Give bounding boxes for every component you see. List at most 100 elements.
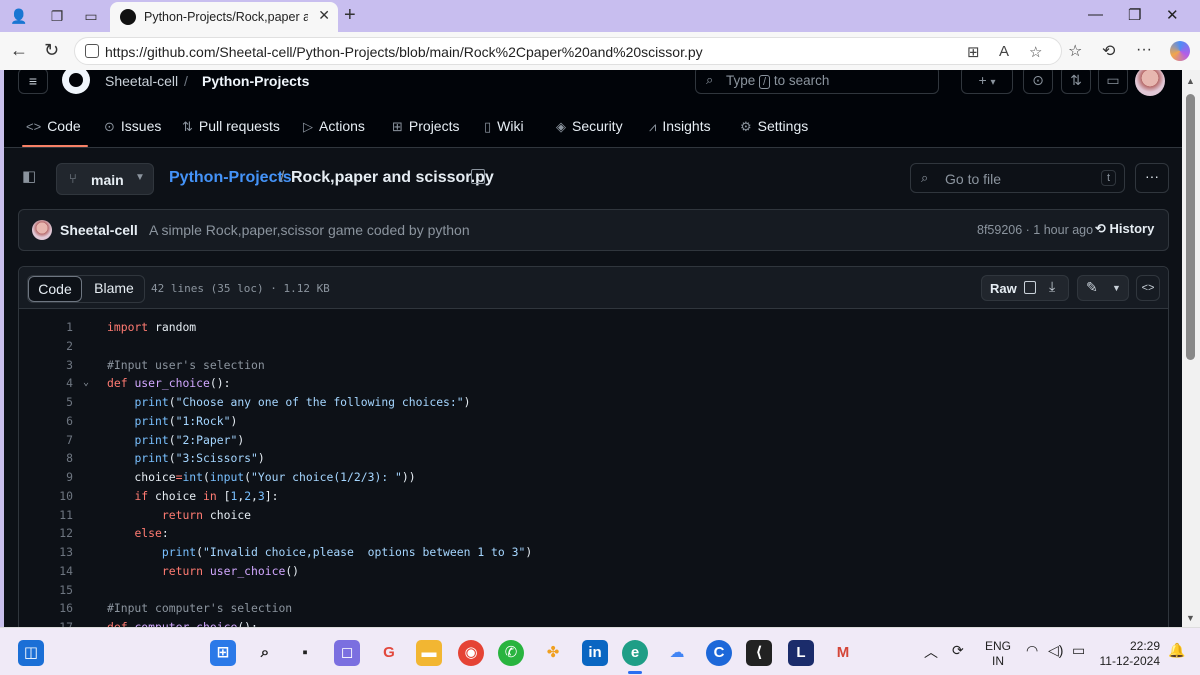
leetcode-icon[interactable]: ⟨ [746,640,772,666]
github-favicon-icon [120,9,136,25]
favorite-star-icon[interactable]: ☆ [1029,43,1042,61]
search-input[interactable]: ⌕ Type / to search [695,70,939,94]
tab-security[interactable]: ◈ Security [556,118,623,135]
wifi-icon[interactable]: ◠ [1026,642,1038,659]
notification-icon[interactable]: 🔔 [1168,642,1185,659]
linkedin-icon[interactable]: in [582,640,608,666]
issues-icon[interactable]: ⊙ [1023,70,1053,94]
clock[interactable]: 22:29 11-12-2024 [1098,639,1161,669]
close-tab-icon[interactable]: ✕ [318,7,330,24]
minimize-icon[interactable]: — [1088,6,1103,23]
tab-actions-icon[interactable]: ▭ [80,6,102,26]
code-icon: <> [26,119,42,134]
l-app-icon[interactable]: L [788,640,814,666]
c-app-icon[interactable]: C [706,640,732,666]
profile-icon[interactable]: 👤 [8,6,30,26]
breadcrumb-repo[interactable]: Python-Projects [202,73,309,89]
inbox-icon[interactable]: ▭ [1098,70,1128,94]
back-icon[interactable]: ← [10,40,28,61]
desktop-widget-icon[interactable]: ◫ [18,640,44,666]
photos-icon[interactable]: ✤ [540,640,566,666]
go-to-file-input[interactable]: ⌕ Go to file t [910,163,1125,193]
view-toggle: Code Blame [27,275,145,303]
app-available-icon[interactable]: ⊞ [967,43,980,61]
download-icon[interactable]: ⤓ [1049,278,1055,295]
branch-selector-button[interactable]: ⑂ main ▼ [56,163,154,195]
battery-icon[interactable]: ▭ [1072,642,1085,659]
scroll-down-icon[interactable]: ▼ [1186,613,1195,623]
menu-icon[interactable]: ≡ [18,70,48,94]
raw-actions: Raw ⤓ [981,275,1069,301]
raw-button[interactable]: Raw [990,281,1017,296]
code-viewer: Code Blame 42 lines (35 loc) · 1.12 KB R… [18,266,1169,627]
copilot-icon[interactable] [1170,41,1190,61]
more-menu-icon[interactable]: ··· [1136,41,1152,59]
more-options-button[interactable]: ··· [1135,163,1169,193]
history-button[interactable]: ⟲ History [1095,221,1154,237]
window-close-icon[interactable]: ✕ [1166,6,1179,24]
lock-icon[interactable] [85,44,99,58]
restore-icon[interactable]: ❐ [1128,6,1141,24]
scroll-thumb[interactable] [1186,94,1195,360]
tab-settings[interactable]: ⚙ Settings [740,118,808,135]
chevron-up-icon[interactable]: ︿ [924,642,938,662]
chevron-down-icon[interactable]: ▼ [1112,283,1121,293]
url-bar[interactable]: https://github.com/Sheetal-cell/Python-P… [74,37,1062,65]
task-view-icon[interactable]: ▪ [292,640,318,666]
history-icon[interactable]: ⟲ [1102,41,1115,61]
user-avatar[interactable] [1135,70,1165,96]
symbols-panel-icon[interactable]: <> [1136,275,1160,301]
tab-insights[interactable]: ⩘ Insights [649,118,711,135]
pull-requests-icon[interactable]: ⇅ [1061,70,1091,94]
read-aloud-icon[interactable]: A [999,43,1009,60]
create-new-button[interactable]: + ▾ [961,70,1013,94]
tab-projects[interactable]: ⊞ Projects [392,118,459,135]
volume-icon[interactable]: ◁) [1048,642,1063,659]
sidebar-toggle-icon[interactable]: ◧ [22,167,44,189]
url-text[interactable]: https://github.com/Sheetal-cell/Python-P… [105,44,703,60]
breadcrumb-separator: / [184,73,188,89]
blame-tab-button[interactable]: Blame [86,280,142,296]
refresh-icon[interactable]: ↻ [44,40,59,61]
tab-pull-requests[interactable]: ⇅ Pull requests [182,118,280,135]
code-tab-button[interactable]: Code [28,276,82,302]
commit-author[interactable]: Sheetal-cell [60,222,138,238]
breadcrumb-owner[interactable]: Sheetal-cell [105,73,178,89]
page-scrollbar[interactable]: ▲ ▼ [1182,70,1200,627]
tab-issues[interactable]: ⊙ Issues [104,118,161,135]
tab-wiki[interactable]: ▯ Wiki [484,118,524,135]
favorites-icon[interactable]: ☆ [1068,41,1082,61]
windows-start-icon[interactable]: ⊞ [210,640,236,666]
commit-message[interactable]: A simple Rock,paper,scissor game coded b… [149,222,470,238]
browser-tab[interactable]: Python-Projects/Rock,paper and scissor.p… [110,2,338,32]
copy-raw-icon[interactable] [1024,281,1036,294]
file-explorer-icon[interactable]: ▬ [416,640,442,666]
language-indicator[interactable]: ENG IN [985,639,1011,669]
google-icon[interactable]: G [376,640,402,666]
browser-tab-bar: 👤 ❐ ▭ Python-Projects/Rock,paper and sci… [0,0,1200,32]
cloud-icon[interactable]: ☁ [664,640,690,666]
avatar[interactable] [32,220,52,240]
code-line: 14 return user_choice() [59,563,300,578]
fold-chevron-icon[interactable]: ⌄ [83,374,89,393]
search-icon[interactable]: ⌕ [252,640,278,666]
copy-path-icon[interactable] [471,169,485,184]
whatsapp-icon[interactable]: ✆ [498,640,524,666]
path-repo-link[interactable]: Python-Projects [169,169,292,187]
github-logo-icon[interactable] [62,70,90,94]
pencil-icon[interactable]: ✎ [1086,279,1098,296]
scroll-up-icon[interactable]: ▲ [1186,76,1195,86]
sync-icon[interactable]: ⟳ [952,642,964,659]
tab-code[interactable]: <> Code [26,118,81,134]
gmail-icon[interactable]: M [830,640,856,666]
edit-actions: ✎ ▼ [1077,275,1129,301]
app-tile-icon[interactable]: ◻ [334,640,360,666]
chrome-icon[interactable]: ◉ [458,640,484,666]
edge-icon[interactable]: e [622,640,648,666]
commit-meta[interactable]: 8f59206 · 1 hour ago [977,223,1093,237]
workspaces-icon[interactable]: ❐ [46,6,68,26]
code-line: 5 print("Choose any one of the following… [66,395,471,409]
new-tab-icon[interactable]: + [344,4,356,27]
code-line: 7 print("2:Paper") [66,432,245,447]
tab-actions[interactable]: ▷ Actions [303,118,365,135]
